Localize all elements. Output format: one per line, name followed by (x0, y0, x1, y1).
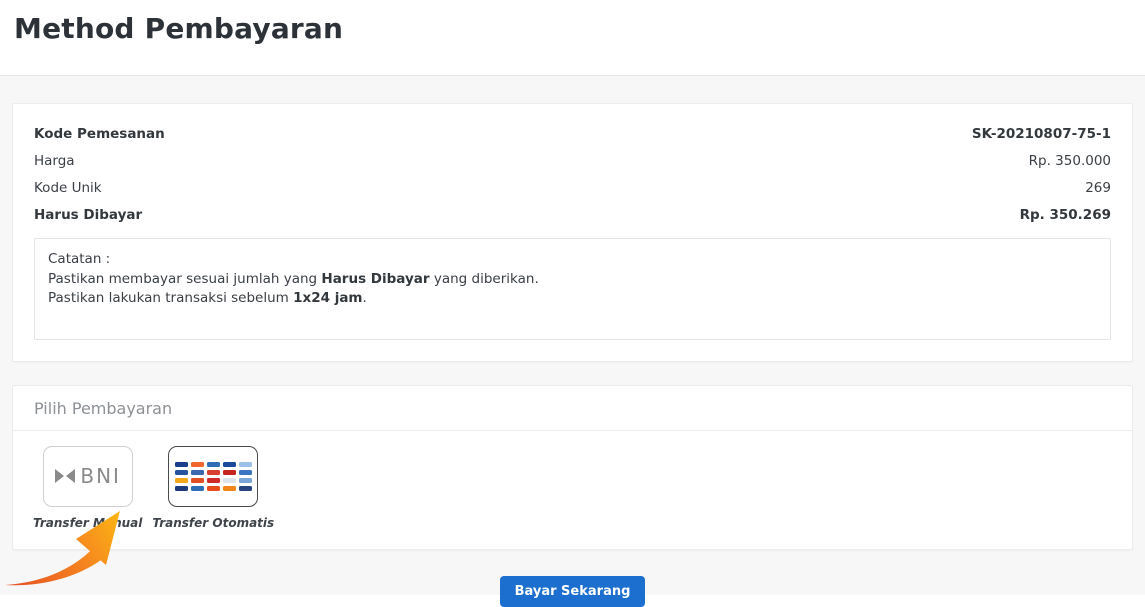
note-line-3: Pastikan lakukan transaksi sebelum 1x24 … (48, 289, 1097, 309)
pay-button-row: Bayar Sekarang (12, 576, 1133, 607)
order-value: Rp. 350.269 (1020, 202, 1111, 229)
note-line-2: Pastikan membayar sesuai jumlah yang Har… (48, 270, 1097, 290)
payment-provider-logo-chip (223, 470, 236, 475)
transfer-manual-label: Transfer Manual (33, 516, 142, 530)
order-label: Harus Dibayar (34, 202, 142, 229)
payment-provider-logo-chip (207, 478, 220, 483)
payment-provider-logo-chip (223, 486, 236, 491)
payment-provider-logo-chip (223, 478, 236, 483)
payment-provider-logo-chip (191, 478, 204, 483)
payment-note-box: Catatan : Pastikan membayar sesuai jumla… (34, 238, 1111, 340)
payment-provider-logo-chip (175, 462, 188, 467)
transfer-otomatis-tile[interactable] (168, 446, 258, 507)
note-line-1: Catatan : (48, 250, 1097, 270)
order-row-kode-pemesanan: Kode Pemesanan SK-20210807-75-1 (34, 121, 1111, 148)
pay-now-button[interactable]: Bayar Sekarang (500, 576, 646, 607)
order-row-harga: Harga Rp. 350.000 (34, 148, 1111, 175)
order-value: SK-20210807-75-1 (972, 121, 1111, 148)
payment-provider-logo-chip (207, 462, 220, 467)
payment-provider-logo-chip (207, 486, 220, 491)
payment-provider-logo-chip (175, 486, 188, 491)
page-header: Method Pembayaran (0, 0, 1145, 76)
payment-provider-logo-chip (191, 462, 204, 467)
page-title: Method Pembayaran (14, 12, 1145, 45)
payment-option-transfer-otomatis[interactable]: Transfer Otomatis (152, 446, 274, 530)
payment-provider-logo-chip (239, 470, 252, 475)
payment-provider-logo-chip (175, 478, 188, 483)
payment-provider-logo-chip (207, 470, 220, 475)
payment-option-transfer-manual[interactable]: BNI Transfer Manual (33, 446, 142, 530)
bni-wordmark: BNI (80, 464, 121, 488)
payment-method-card: Pilih Pembayaran BNI Transfer Manual (12, 385, 1133, 550)
payment-section-title: Pilih Pembayaran (13, 386, 1132, 431)
order-label: Kode Pemesanan (34, 121, 165, 148)
order-label: Harga (34, 148, 75, 175)
payment-provider-logo-chip (191, 486, 204, 491)
payment-provider-logo-chip (239, 478, 252, 483)
payment-provider-logo-chip (239, 486, 252, 491)
order-value: 269 (1085, 175, 1111, 202)
bank-logos-grid (175, 462, 252, 491)
payment-options-row: BNI Transfer Manual Transfer Otomatis (13, 431, 1132, 549)
payment-provider-logo-chip (223, 462, 236, 467)
payment-provider-logo-chip (239, 462, 252, 467)
bni-logo: BNI (54, 464, 121, 488)
transfer-otomatis-label: Transfer Otomatis (152, 516, 274, 530)
order-summary-card: Kode Pemesanan SK-20210807-75-1 Harga Rp… (12, 103, 1133, 362)
transfer-manual-tile[interactable]: BNI (43, 446, 133, 507)
order-label: Kode Unik (34, 175, 102, 202)
order-row-harus-dibayar: Harus Dibayar Rp. 350.269 (34, 202, 1111, 229)
bni-sail-icon (54, 468, 76, 484)
main-content: Kode Pemesanan SK-20210807-75-1 Harga Rp… (0, 76, 1145, 595)
order-row-kode-unik: Kode Unik 269 (34, 175, 1111, 202)
payment-provider-logo-chip (175, 470, 188, 475)
payment-provider-logo-chip (191, 470, 204, 475)
order-value: Rp. 350.000 (1029, 148, 1111, 175)
